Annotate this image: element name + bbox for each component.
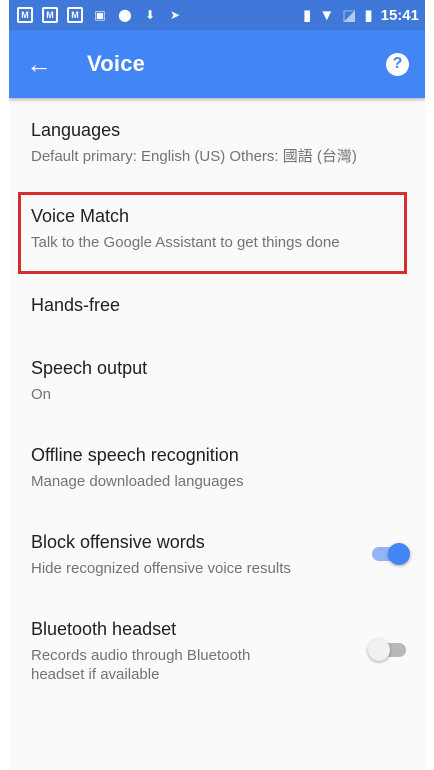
wifi-icon: ▼ xyxy=(319,6,335,24)
app-bar: ← Voice ? xyxy=(9,30,425,98)
gmail-icon: M xyxy=(42,7,58,23)
setting-offline-speech[interactable]: Offline speech recognition Manage downlo… xyxy=(9,445,425,491)
setting-subtitle: Records audio through Bluetooth headset … xyxy=(31,647,251,683)
no-sim-icon: ◪ xyxy=(342,7,357,24)
setting-subtitle: Default primary: English (US) Others: 國語… xyxy=(31,148,357,165)
setting-subtitle: Manage downloaded languages xyxy=(31,473,244,490)
system-icons: ▮ ▼ ◪ ▮ 15:41 xyxy=(303,6,419,25)
highlight-box xyxy=(18,192,407,274)
vibrate-icon: ▮ xyxy=(303,7,312,24)
toggle-thumb xyxy=(368,639,390,661)
setting-block-offensive-words[interactable]: Block offensive words Hide recognized of… xyxy=(9,532,425,578)
setting-subtitle: On xyxy=(31,386,52,403)
bluetooth-headset-toggle[interactable] xyxy=(368,637,412,663)
back-arrow-icon[interactable]: ← xyxy=(25,49,53,79)
toggle-thumb xyxy=(388,543,410,565)
send-icon: ➤ xyxy=(169,8,181,22)
setting-title: Hands-free xyxy=(31,295,121,315)
setting-title: Block offensive words xyxy=(31,532,205,552)
battery-icon: ▮ xyxy=(364,7,373,24)
setting-subtitle: Hide recognized offensive voice results xyxy=(31,560,291,577)
gmail-icon: M xyxy=(67,7,83,23)
block-offensive-words-toggle[interactable] xyxy=(368,541,412,567)
phone-screen: M M M ▣ ⬤ ⬇ ➤ ▮ ▼ ◪ ▮ 15:41 ← Voice ? La… xyxy=(9,0,425,770)
setting-languages[interactable]: Languages Default primary: English (US) … xyxy=(9,120,425,166)
setting-title: Bluetooth headset xyxy=(31,619,177,639)
location-icon: ⬤ xyxy=(118,8,132,22)
setting-title: Offline speech recognition xyxy=(31,445,239,465)
setting-bluetooth-headset[interactable]: Bluetooth headset Records audio through … xyxy=(9,619,425,684)
setting-speech-output[interactable]: Speech output On xyxy=(9,358,425,404)
status-bar: M M M ▣ ⬤ ⬇ ➤ ▮ ▼ ◪ ▮ 15:41 xyxy=(9,0,425,30)
help-icon[interactable]: ? xyxy=(386,52,409,76)
page-title: Voice xyxy=(87,51,146,76)
notification-icons: M M M ▣ ⬤ ⬇ ➤ xyxy=(17,7,183,23)
image-icon: ▣ xyxy=(94,8,106,22)
setting-title: Speech output xyxy=(31,358,148,378)
setting-hands-free[interactable]: Hands-free xyxy=(9,295,425,316)
setting-title: Languages xyxy=(31,120,121,140)
clock: 15:41 xyxy=(380,6,419,24)
gmail-icon: M xyxy=(17,7,33,23)
download-icon: ⬇ xyxy=(144,8,156,22)
